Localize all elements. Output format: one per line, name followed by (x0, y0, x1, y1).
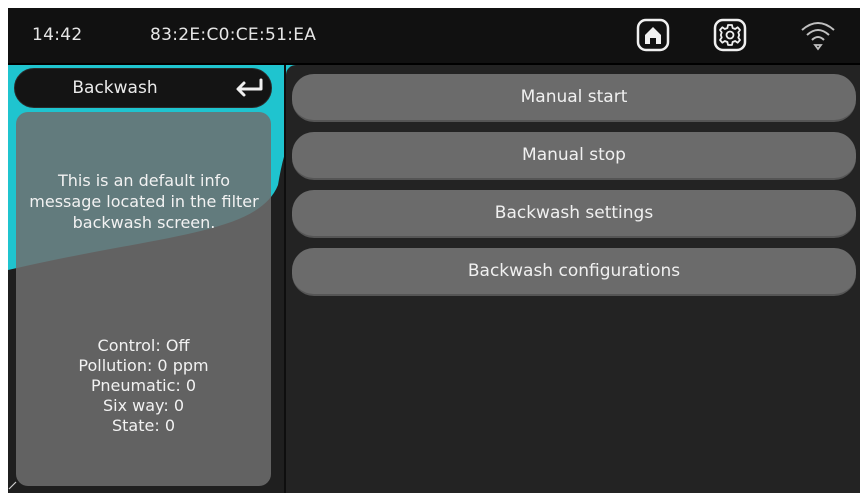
pollution-status: Pollution: 0 ppm (78, 356, 209, 375)
six-way-status: Six way: 0 (102, 396, 184, 415)
backwash-settings-button[interactable]: Backwash settings (292, 190, 856, 238)
page-title: Backwash (72, 78, 158, 98)
mac-address: 83:2E:C0:CE:51:EA (150, 25, 317, 45)
info-panel: This is an default info message located … (16, 112, 271, 486)
state-status: State: 0 (111, 416, 175, 435)
return-arrow-icon[interactable] (233, 77, 265, 99)
wifi-icon[interactable] (798, 18, 838, 52)
manual-start-button[interactable]: Manual start (292, 74, 856, 122)
panel-header: Backwash (14, 68, 272, 108)
manual-stop-button[interactable]: Manual stop (292, 132, 856, 180)
actions-area: Manual start Manual stop Backwash settin… (286, 65, 860, 493)
pneumatic-status: Pneumatic: 0 (90, 376, 197, 395)
status-list: Control: Off Pollution: 0 ppm Pneumatic:… (16, 336, 271, 436)
clock: 14:42 (32, 25, 83, 45)
gear-icon[interactable] (713, 18, 747, 52)
home-icon[interactable] (636, 18, 670, 52)
control-status: Control: Off (97, 336, 190, 355)
info-message: This is an default info message located … (29, 171, 259, 232)
resize-corner-icon (8, 481, 17, 490)
backwash-configurations-button[interactable]: Backwash configurations (292, 248, 856, 296)
device-screen: 14:42 83:2E:C0:CE:51:EA Backwash This is… (8, 8, 860, 493)
status-bar: 14:42 83:2E:C0:CE:51:EA (8, 8, 860, 65)
